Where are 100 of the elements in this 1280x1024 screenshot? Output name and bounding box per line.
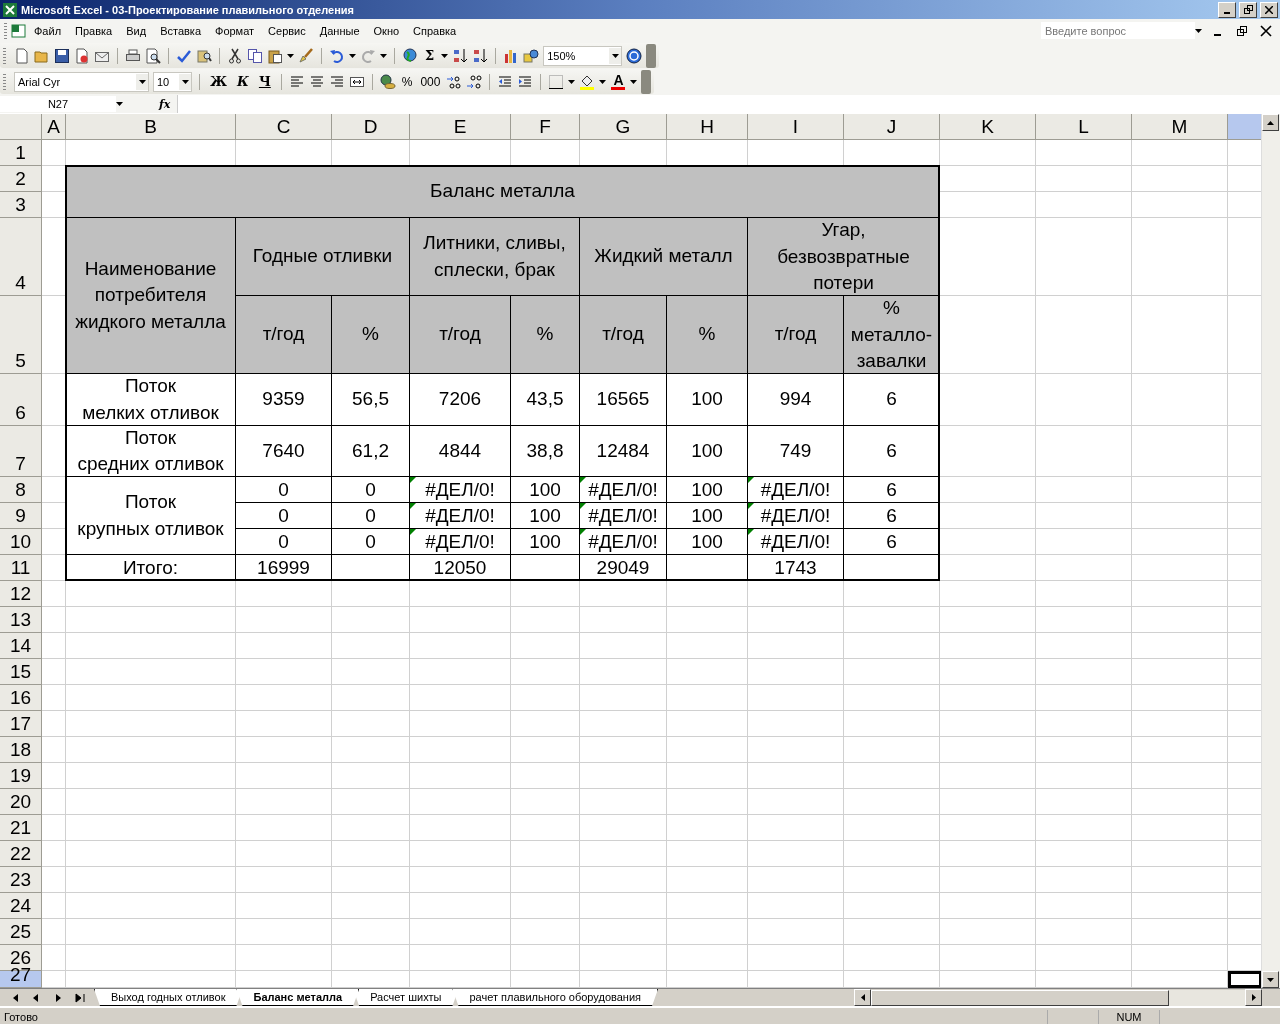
row-header[interactable]: 3 <box>0 192 42 218</box>
menu-item[interactable]: Вставка <box>153 24 208 37</box>
row-header[interactable]: 14 <box>0 633 42 659</box>
row-header[interactable]: 17 <box>0 711 42 737</box>
restore-button[interactable] <box>1239 1 1257 18</box>
menu-item[interactable]: Данные <box>312 24 367 37</box>
menu-item[interactable]: Формат <box>208 24 262 37</box>
column-header[interactable]: K <box>940 114 1036 140</box>
row-header[interactable]: 21 <box>0 815 42 841</box>
thousands-button[interactable]: 000 <box>418 74 443 89</box>
sheet-tab[interactable]: рачет плавильного оборудования <box>452 989 659 1006</box>
row-header[interactable]: 8 <box>0 477 42 503</box>
row-header[interactable]: 13 <box>0 607 42 633</box>
bold-button[interactable]: Ж <box>207 74 231 89</box>
document-icon[interactable] <box>14 47 30 64</box>
row-header[interactable]: 10 <box>0 529 42 555</box>
underline-button[interactable]: Ч <box>255 74 274 89</box>
row-header[interactable]: 4 <box>0 218 42 296</box>
scroll-up-button[interactable] <box>1262 114 1279 131</box>
minimize-button[interactable] <box>1218 1 1236 18</box>
formula-field[interactable] <box>177 95 1280 113</box>
column-header[interactable]: I <box>748 114 844 140</box>
caret-icon[interactable] <box>349 53 356 58</box>
row-header[interactable]: 11 <box>0 555 42 581</box>
caret-icon[interactable] <box>630 79 638 84</box>
caret-icon[interactable] <box>611 53 619 58</box>
align-left-icon[interactable] <box>288 73 305 90</box>
scissors-icon[interactable] <box>227 47 243 64</box>
shapes-icon[interactable] <box>523 47 540 64</box>
globe-icon[interactable] <box>402 47 418 64</box>
excel-document-icon[interactable] <box>11 22 27 39</box>
column-header[interactable]: F <box>511 114 580 140</box>
menu-item[interactable]: Справка <box>406 24 464 37</box>
row-header[interactable]: 6 <box>0 374 42 426</box>
column-header[interactable]: B <box>66 114 236 140</box>
caret-icon[interactable] <box>380 53 387 58</box>
sheet-tab[interactable]: Баланс металла <box>236 989 360 1006</box>
close-icon[interactable] <box>1258 22 1274 39</box>
row-header[interactable]: 15 <box>0 659 42 685</box>
menu-item[interactable]: Сервис <box>261 24 313 37</box>
name-box[interactable]: N27 <box>0 96 116 112</box>
caret-icon[interactable] <box>599 79 607 84</box>
row-header[interactable]: 24 <box>0 893 42 919</box>
align-center-icon[interactable] <box>308 73 325 90</box>
row-header[interactable]: 23 <box>0 867 42 893</box>
row-header[interactable]: 1 <box>0 140 42 166</box>
row-header[interactable]: 7 <box>0 426 42 477</box>
autosum-button[interactable]: Σ <box>422 48 438 63</box>
row-header[interactable]: 12 <box>0 581 42 607</box>
column-header[interactable]: L <box>1036 114 1132 140</box>
insert-function-button[interactable]: fx <box>159 97 173 111</box>
indent-icon[interactable] <box>517 73 534 90</box>
row-header[interactable]: 20 <box>0 789 42 815</box>
document-badge-icon[interactable] <box>74 47 90 64</box>
borders-icon[interactable] <box>548 73 565 90</box>
percent-button[interactable]: % <box>399 74 415 89</box>
scroll-left-button[interactable] <box>854 989 871 1006</box>
menu-item[interactable]: Файл <box>27 24 69 37</box>
font-size-dropdown[interactable]: 10 <box>153 71 192 92</box>
caret-icon[interactable] <box>1195 28 1202 33</box>
caret-icon[interactable] <box>287 53 294 58</box>
caret-icon[interactable] <box>138 79 146 84</box>
printer-icon[interactable] <box>125 47 141 64</box>
column-header[interactable]: E <box>410 114 511 140</box>
row-header[interactable]: 22 <box>0 841 42 867</box>
increase-decimal-icon[interactable] <box>446 73 463 90</box>
row-header[interactable]: 25 <box>0 919 42 945</box>
column-header[interactable]: A <box>42 114 66 140</box>
scroll-right-button[interactable] <box>1245 989 1262 1006</box>
close-button[interactable] <box>1260 1 1278 18</box>
row-header[interactable]: 18 <box>0 737 42 763</box>
paintbrush-icon[interactable] <box>298 47 314 64</box>
menu-item[interactable]: Окно <box>366 24 407 37</box>
column-header[interactable]: H <box>667 114 748 140</box>
font-dropdown[interactable]: Arial Cyr <box>14 71 149 92</box>
decrease-decimal-icon[interactable] <box>466 73 483 90</box>
scroll-thumb[interactable] <box>871 989 1169 1006</box>
caret-icon[interactable] <box>116 102 123 106</box>
print-preview-icon[interactable] <box>145 47 161 64</box>
copy-icon[interactable] <box>247 47 263 64</box>
column-header[interactable]: D <box>332 114 410 140</box>
column-header[interactable]: C <box>236 114 332 140</box>
clipboard-icon[interactable] <box>267 47 283 64</box>
menu-item[interactable]: Вид <box>119 24 154 37</box>
column-header[interactable]: G <box>580 114 667 140</box>
column-header[interactable]: M <box>1132 114 1228 140</box>
question-field[interactable]: Введите вопрос <box>1041 22 1195 39</box>
paint-bucket-icon[interactable] <box>579 73 596 90</box>
scroll-down-button[interactable] <box>1262 971 1279 988</box>
caret-icon[interactable] <box>568 79 576 84</box>
row-header[interactable]: 5 <box>0 296 42 374</box>
row-header[interactable]: 2 <box>0 166 42 192</box>
undo-icon[interactable] <box>329 47 345 64</box>
sort-ascending-icon[interactable] <box>452 47 469 64</box>
zoom-dropdown[interactable]: 150% <box>543 45 623 66</box>
font-color-button[interactable]: A <box>610 73 627 90</box>
row-header[interactable]: 9 <box>0 503 42 529</box>
row-header[interactable]: 19 <box>0 763 42 789</box>
caret-icon[interactable] <box>181 79 189 84</box>
row-header[interactable]: 16 <box>0 685 42 711</box>
